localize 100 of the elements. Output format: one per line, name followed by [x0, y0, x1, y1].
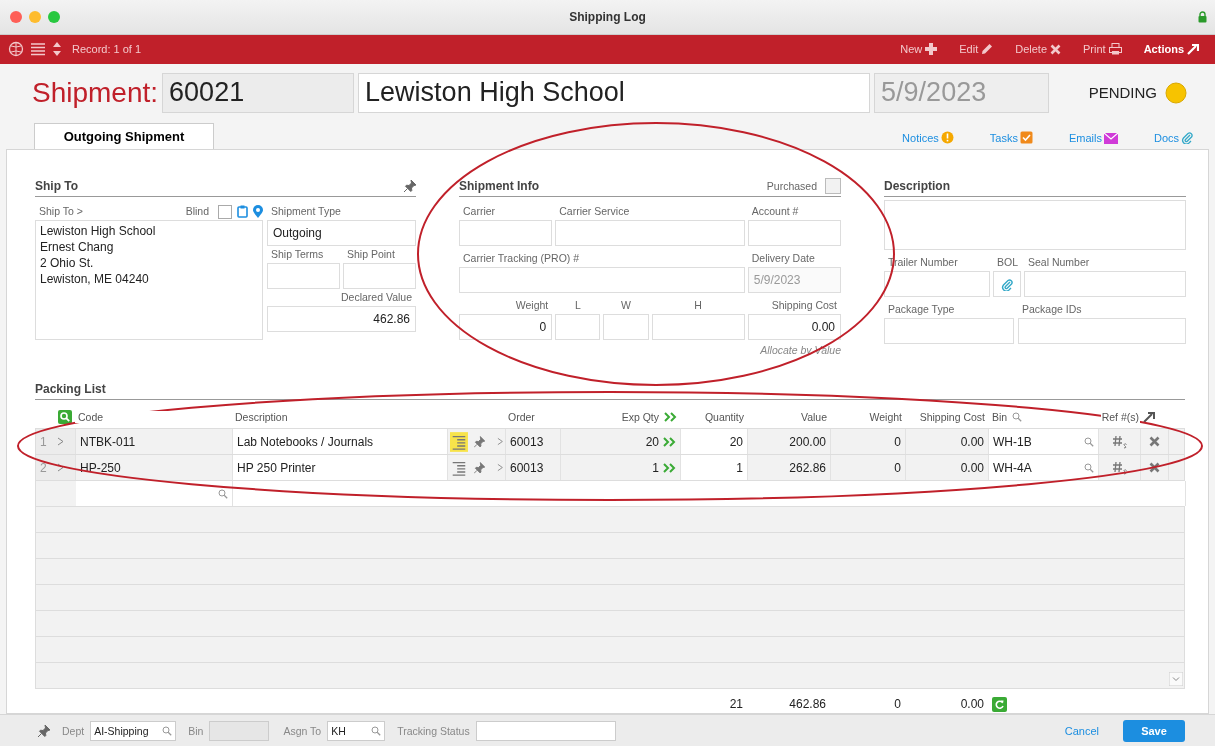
length-field[interactable]	[555, 314, 601, 341]
scroll-down-icon[interactable]	[1169, 672, 1183, 687]
field-label: Tracking Status	[397, 724, 470, 737]
search-icon[interactable]	[1084, 462, 1094, 473]
toolbar-button[interactable]: Delete	[1007, 43, 1070, 56]
field-label[interactable]: Ship To >	[35, 203, 87, 221]
close-icon[interactable]	[10, 10, 22, 23]
ship-terms-field[interactable]	[267, 263, 340, 290]
tracking-field[interactable]	[459, 267, 745, 294]
chevron-icon[interactable]	[496, 437, 503, 447]
field-label: Carrier Tracking (PRO) #	[462, 251, 581, 267]
shipping-cost-field[interactable]: 0.00	[747, 314, 841, 341]
seal-number-field[interactable]	[1024, 271, 1186, 298]
table-cell: 20	[645, 434, 659, 449]
toolbar-button[interactable]: Edit	[951, 43, 1002, 56]
assign-to-field[interactable]: KH	[327, 720, 386, 741]
hash-icon[interactable]	[1111, 434, 1128, 449]
total-shipping-cost: 0.00	[959, 697, 985, 712]
tracking-status-field[interactable]	[475, 720, 616, 741]
shipment-number-field[interactable]: 60021	[162, 72, 355, 113]
toolbar-button[interactable]: New	[892, 43, 946, 56]
delete-icon[interactable]	[1149, 462, 1160, 474]
hash-icon[interactable]	[1111, 460, 1128, 475]
arrow-icon	[1187, 43, 1199, 56]
tab[interactable]: Outgoing Shipment	[34, 123, 214, 150]
status-dot-icon	[1165, 81, 1187, 104]
bin-field[interactable]	[209, 720, 270, 741]
search-icon[interactable]	[162, 725, 173, 736]
height-field[interactable]	[651, 314, 745, 341]
pin-icon[interactable]	[38, 724, 50, 737]
width-field[interactable]	[603, 314, 649, 341]
column-header: Exp Qty	[620, 411, 660, 424]
table-cell[interactable]	[233, 481, 1186, 507]
total-weight: 0	[893, 697, 902, 712]
weight-field[interactable]: 0	[459, 314, 553, 341]
delete-icon[interactable]	[1149, 436, 1160, 448]
chevron-icon[interactable]	[56, 437, 64, 447]
search-icon[interactable]	[1084, 436, 1094, 447]
dept-field[interactable]: AI-Shipping	[90, 720, 177, 741]
field-label: Account #	[750, 204, 800, 220]
toolbar-button[interactable]: Actions	[1135, 43, 1207, 56]
search-icon[interactable]	[218, 488, 228, 499]
double-chevron-icon[interactable]	[663, 436, 676, 447]
toolbar-button[interactable]: Print	[1075, 43, 1130, 56]
shipment-type-field[interactable]: Outgoing	[267, 220, 416, 247]
carrier-field[interactable]	[459, 220, 553, 247]
package-type-field[interactable]	[884, 318, 1014, 345]
field-label: Package Type	[887, 302, 956, 318]
field-label: L	[573, 298, 582, 314]
field-label: Shipment Type	[270, 204, 342, 220]
account-field[interactable]	[747, 220, 841, 247]
refresh-icon[interactable]	[992, 696, 1007, 712]
table-cell[interactable]: 1	[681, 455, 748, 481]
search-icon[interactable]	[1012, 412, 1023, 423]
field-label: Carrier	[462, 204, 497, 220]
pin-icon[interactable]	[473, 461, 485, 474]
table-cell[interactable]: 20	[681, 429, 748, 455]
field-label: Ship Point	[346, 247, 396, 263]
ship-point-field[interactable]	[343, 263, 416, 290]
maximize-icon[interactable]	[48, 10, 60, 23]
address-field[interactable]: Lewiston High School Ernest Chang 2 Ohio St. Lewiston, ME 04240	[35, 220, 263, 341]
minimize-icon[interactable]	[29, 10, 41, 23]
search-icon[interactable]	[58, 410, 72, 425]
school-name-field[interactable]: Lewiston High School	[358, 72, 871, 113]
purchased-checkbox[interactable]	[825, 178, 841, 195]
expand-icon[interactable]	[1143, 411, 1155, 424]
blind-checkbox[interactable]	[218, 204, 232, 219]
declared-value-field[interactable]: 462.86	[267, 306, 416, 333]
field-label: Bin	[188, 724, 204, 737]
double-chevron-icon[interactable]	[663, 462, 676, 473]
location-pin-icon[interactable]	[253, 205, 263, 219]
clipboard-icon[interactable]	[237, 205, 248, 219]
pin-icon[interactable]	[404, 180, 416, 193]
chevron-icon[interactable]	[496, 463, 503, 473]
table-cell: 1	[652, 460, 659, 475]
chevron-icon[interactable]	[56, 463, 64, 473]
table-cell: 200.00	[748, 429, 831, 455]
package-ids-field[interactable]	[1018, 318, 1186, 345]
column-header: Bin	[991, 411, 1009, 424]
notes-icon[interactable]	[450, 430, 468, 453]
search-icon[interactable]	[371, 725, 382, 736]
globe-icon[interactable]	[8, 41, 24, 58]
paperclip-icon[interactable]	[1001, 277, 1013, 291]
save-button[interactable]: Save	[1123, 719, 1185, 742]
bol-field[interactable]	[993, 271, 1021, 298]
double-chevron-icon[interactable]	[664, 412, 677, 423]
carrier-service-field[interactable]	[555, 220, 745, 247]
list-icon[interactable]	[30, 42, 46, 57]
table-cell[interactable]: 60013	[506, 455, 561, 481]
window-title: Shipping Log	[569, 9, 646, 24]
field-label: H	[693, 298, 703, 314]
printer-icon	[1108, 43, 1122, 56]
trailer-number-field[interactable]	[884, 271, 990, 298]
table-cell[interactable]: HP 250 Printer	[233, 455, 448, 481]
table-cell[interactable]: 60013	[506, 429, 561, 455]
up-down-icon[interactable]	[52, 41, 62, 58]
description-field[interactable]	[884, 200, 1186, 251]
pin-icon[interactable]	[473, 435, 485, 448]
table-cell[interactable]: Lab Notebooks / Journals	[233, 429, 448, 455]
new-code-field[interactable]	[76, 481, 233, 507]
